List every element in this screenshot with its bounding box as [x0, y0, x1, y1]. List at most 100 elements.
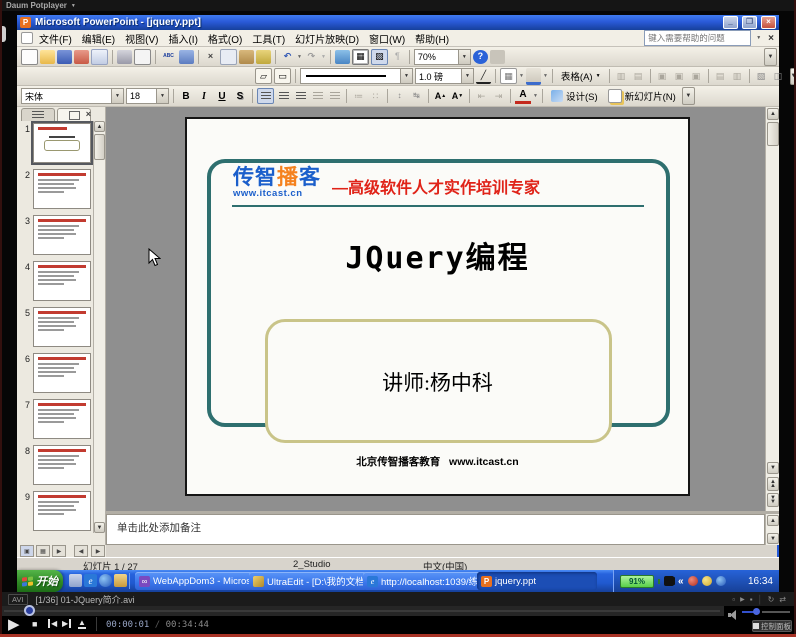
- bold-icon[interactable]: B: [178, 89, 194, 104]
- thumbnail-preview[interactable]: [33, 445, 91, 485]
- print-preview-icon[interactable]: [134, 49, 151, 65]
- tables-borders-icon[interactable]: ▨: [371, 49, 388, 65]
- player-menu-arrow-icon[interactable]: ▼: [71, 3, 76, 9]
- slide-footer[interactable]: 北京传智播客教育 www.itcast.cn: [187, 454, 688, 469]
- format-painter-icon[interactable]: [256, 50, 271, 64]
- align-top-icon[interactable]: ▣: [655, 69, 670, 83]
- thumbnail-preview[interactable]: [33, 261, 91, 301]
- bullets-icon[interactable]: ∷: [368, 89, 383, 103]
- line-style-combobox[interactable]: ▼: [300, 68, 413, 84]
- font-color-dropdown-icon[interactable]: ▼: [533, 93, 538, 99]
- slide-lecturer[interactable]: 讲师:杨中科: [187, 367, 688, 397]
- play-icon[interactable]: ▶: [8, 615, 20, 633]
- shuffle-icon[interactable]: ⇄: [779, 595, 786, 604]
- align-right-icon[interactable]: [293, 89, 308, 103]
- italic-icon[interactable]: I: [196, 89, 212, 104]
- numbering-icon[interactable]: ≔: [351, 89, 366, 103]
- border-dropdown-icon[interactable]: ▼: [519, 73, 524, 79]
- menu-tools[interactable]: 工具(T): [247, 30, 290, 47]
- redo-dropdown-icon[interactable]: ▼: [321, 54, 326, 60]
- tray-collapse-icon[interactable]: «: [678, 576, 684, 587]
- tab-outline[interactable]: [21, 108, 55, 121]
- minimize-button[interactable]: _: [723, 16, 738, 29]
- draw-table-icon[interactable]: ▱: [255, 68, 272, 84]
- slide-thumbnail-5[interactable]: 5: [19, 307, 95, 347]
- thumbnail-preview[interactable]: [33, 399, 91, 439]
- maximize-button[interactable]: ❐: [742, 16, 757, 29]
- slide-thumbnail-8[interactable]: 8: [19, 445, 95, 485]
- underline-icon[interactable]: U: [214, 89, 230, 104]
- slide-thumbnail-4[interactable]: 4: [19, 261, 95, 301]
- save-icon[interactable]: [57, 50, 72, 64]
- change-text-direction-icon[interactable]: ◫: [771, 69, 786, 83]
- thumbnail-preview[interactable]: [33, 215, 91, 255]
- normal-view-icon[interactable]: ▣: [20, 545, 34, 557]
- help-dropdown-icon[interactable]: ▼: [752, 35, 765, 41]
- spelling-icon[interactable]: ABC: [160, 49, 177, 65]
- thumbnail-preview[interactable]: [33, 353, 91, 393]
- task-jquery-ppt[interactable]: P jquery.ppt: [477, 572, 597, 590]
- decrease-font-size-icon[interactable]: A▼: [450, 89, 465, 103]
- new-icon[interactable]: [21, 49, 38, 65]
- shadow-icon[interactable]: S: [232, 89, 248, 104]
- paste-icon[interactable]: [239, 50, 254, 64]
- menu-slideshow[interactable]: 幻灯片放映(D): [290, 30, 364, 47]
- research-icon[interactable]: [179, 50, 194, 64]
- screen-large-icon[interactable]: ▪: [750, 595, 753, 604]
- power-plug-icon[interactable]: [664, 576, 674, 586]
- font-size-combobox[interactable]: 18▼: [126, 88, 169, 104]
- previous-icon[interactable]: ◀: [48, 619, 57, 628]
- help-icon[interactable]: ?: [473, 50, 488, 64]
- thumbnail-preview[interactable]: [33, 169, 91, 209]
- slide-thumbnail-1[interactable]: 1: [19, 123, 95, 163]
- task-localhost[interactable]: e http://localhost:1039/练...: [363, 572, 481, 590]
- menu-file[interactable]: 文件(F): [34, 30, 77, 47]
- quicklaunch-ie-icon[interactable]: e: [84, 574, 97, 587]
- task-ultraedit[interactable]: UltraEdit - [D:\我的文档...: [249, 572, 367, 590]
- columns-icon[interactable]: [327, 89, 342, 103]
- slide-thumbnail-6[interactable]: 6: [19, 353, 95, 393]
- seek-track[interactable]: [4, 610, 720, 612]
- menu-close-icon[interactable]: ×: [766, 33, 779, 44]
- open-icon[interactable]: [40, 50, 55, 64]
- tray-flag-icon[interactable]: [688, 576, 698, 586]
- pane-scroll-up-icon[interactable]: ▲: [94, 121, 105, 132]
- pane-close-icon[interactable]: ×: [86, 109, 91, 119]
- email-icon[interactable]: [91, 49, 108, 65]
- line-spacing-icon[interactable]: ↕: [392, 89, 407, 103]
- quicklaunch-messenger-icon[interactable]: [99, 574, 112, 587]
- slide-thumbnail-2[interactable]: 2: [19, 169, 95, 209]
- center-vertical-icon[interactable]: ▣: [672, 69, 687, 83]
- align-left-icon[interactable]: [257, 88, 274, 104]
- fill-color-icon[interactable]: [526, 68, 541, 85]
- increase-indent-icon[interactable]: ⇥: [491, 89, 506, 103]
- slideshow-view-icon[interactable]: ▶: [52, 545, 66, 557]
- ppt-titlebar[interactable]: P Microsoft PowerPoint - [jquery.ppt] _ …: [17, 15, 779, 30]
- task-webappdom3[interactable]: ∞ WebAppDom3 - Microsof...: [135, 572, 253, 590]
- tray-network-icon[interactable]: [716, 576, 726, 586]
- scroll-up-icon[interactable]: ▲: [767, 108, 779, 120]
- document-icon[interactable]: [21, 32, 33, 44]
- start-button[interactable]: 开始: [17, 570, 63, 592]
- clock[interactable]: 16:34: [748, 576, 773, 587]
- print-icon[interactable]: [117, 50, 132, 64]
- stop-icon[interactable]: ■: [32, 619, 37, 629]
- copy-icon[interactable]: [220, 49, 237, 65]
- distribute-columns-icon[interactable]: ▥: [730, 69, 745, 83]
- quicklaunch-folder-icon[interactable]: [114, 574, 127, 587]
- thumbnail-preview[interactable]: [33, 491, 91, 531]
- menu-format[interactable]: 格式(O): [203, 30, 247, 47]
- player-titlebar[interactable]: Daum Potplayer ▼: [0, 0, 796, 11]
- toolbar-options3-icon[interactable]: ▼: [682, 87, 695, 105]
- insert-table-icon[interactable]: ▦: [352, 49, 369, 65]
- notes-scrollbar[interactable]: ▲ ▼: [765, 514, 779, 545]
- cut-icon[interactable]: ×: [203, 50, 218, 64]
- table-menu-button[interactable]: 表格(A) ▼: [557, 68, 605, 84]
- undo-icon[interactable]: ↶: [280, 50, 295, 64]
- line-weight-combobox[interactable]: 1.0 磅▼: [415, 68, 474, 84]
- hscroll-right-icon[interactable]: ▶: [91, 545, 105, 557]
- slide-tagline[interactable]: —高级软件人才实作培训专家: [332, 174, 540, 198]
- show-formatting-icon[interactable]: ¶: [390, 50, 405, 64]
- slide-scrollbar[interactable]: ▲ ▼ ▲▲ ▼▼: [765, 107, 779, 511]
- slide-canvas[interactable]: 传智播客 www.itcast.cn —高级软件人才实作培训专家 JQuery编…: [185, 117, 690, 496]
